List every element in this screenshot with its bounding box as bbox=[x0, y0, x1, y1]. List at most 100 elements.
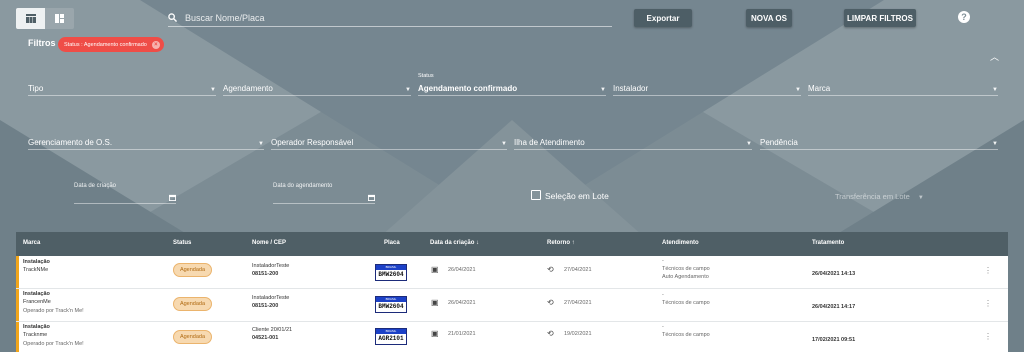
card-view-button[interactable] bbox=[45, 8, 74, 29]
row-retorno: 27/04/2021 bbox=[564, 300, 592, 306]
row-tratamento: 26/04/2021 14:17 bbox=[812, 304, 856, 310]
date-schedule-field[interactable] bbox=[273, 192, 375, 204]
search-input[interactable]: Buscar Nome/Placa bbox=[185, 13, 265, 23]
history-icon: ⟲ bbox=[547, 329, 554, 338]
chevron-down-icon: ▼ bbox=[210, 87, 216, 93]
row-atendimento-dash: - bbox=[662, 258, 664, 264]
arrow-up-icon: ↑ bbox=[571, 240, 575, 246]
table-row[interactable]: Instalação TrackNMe Agendada InstaladorT… bbox=[16, 256, 1008, 289]
col-data-criacao[interactable]: Data da criação ↓ bbox=[430, 240, 479, 246]
row-marca: TrackNMe bbox=[23, 267, 49, 273]
clear-filters-button[interactable]: LIMPAR FILTROS bbox=[844, 9, 916, 27]
chevron-down-icon: ▼ bbox=[917, 195, 924, 201]
grid-view-icon bbox=[25, 14, 36, 23]
status-badge: Agendada bbox=[173, 297, 212, 311]
row-cep: 04521-001 bbox=[252, 335, 279, 341]
calendar-icon bbox=[169, 194, 176, 201]
filter-pendencia[interactable]: Pendência ▼ bbox=[760, 134, 998, 150]
chevron-up-icon[interactable]: ︿ bbox=[990, 50, 999, 63]
filter-agendamento[interactable]: Agendamento ▼ bbox=[223, 80, 411, 96]
filter-operador-label: Operador Responsável bbox=[271, 138, 354, 147]
filter-ilha[interactable]: Ilha de Atendimento ▼ bbox=[514, 134, 752, 150]
plate-number: BMW2604 bbox=[378, 271, 404, 278]
more-vertical-icon[interactable]: ⋮ bbox=[984, 332, 992, 341]
status-badge: Agendada bbox=[173, 263, 212, 277]
row-tratamento: 17/02/2021 09:51 bbox=[812, 337, 856, 343]
col-placa[interactable]: Placa bbox=[384, 240, 400, 246]
row-data-criacao: 26/04/2021 bbox=[448, 300, 476, 306]
help-icon[interactable]: ? bbox=[958, 11, 970, 23]
filter-gerenciamento[interactable]: Gerenciamento de O.S. ▼ bbox=[28, 134, 264, 150]
chevron-down-icon: ▼ bbox=[992, 87, 998, 93]
status-badge: Agendada bbox=[173, 330, 212, 344]
row-atendimento-1: Técnicos de campo bbox=[662, 300, 710, 306]
row-data-criacao: 21/01/2021 bbox=[448, 331, 476, 337]
filter-instalador[interactable]: Instalador ▼ bbox=[613, 80, 801, 96]
grid-view-button[interactable] bbox=[16, 8, 45, 29]
col-atendimento[interactable]: Atendimento bbox=[662, 240, 699, 246]
filter-status[interactable]: Agendamento confirmado ▼ bbox=[418, 80, 606, 96]
filter-marca[interactable]: Marca ▼ bbox=[808, 80, 998, 96]
table-row[interactable]: Instalação Tracknme Operado por Track'n … bbox=[16, 322, 1008, 352]
plate-number: AGR2101 bbox=[378, 335, 404, 342]
row-atendimento-dash: - bbox=[662, 292, 664, 298]
more-vertical-icon[interactable]: ⋮ bbox=[984, 266, 992, 275]
license-plate: BRASIL BMW2604 bbox=[375, 264, 407, 281]
date-created-field[interactable] bbox=[74, 192, 176, 204]
batch-transfer-label: Transferência em Lote bbox=[835, 192, 910, 201]
calendar-icon: ▣ bbox=[431, 265, 439, 274]
filter-operador[interactable]: Operador Responsável ▼ bbox=[271, 134, 507, 150]
row-tratamento: 26/04/2021 14:13 bbox=[812, 271, 856, 277]
chevron-down-icon: ▼ bbox=[746, 141, 752, 147]
row-accent bbox=[16, 256, 19, 288]
batch-transfer-select[interactable]: Transferência em Lote ▼ bbox=[835, 192, 924, 201]
calendar-icon bbox=[368, 194, 375, 201]
export-button[interactable]: Exportar bbox=[634, 9, 692, 27]
col-status[interactable]: Status bbox=[173, 240, 191, 246]
table-row[interactable]: Instalação FrancenMe Operado por Track'n… bbox=[16, 289, 1008, 322]
more-vertical-icon[interactable]: ⋮ bbox=[984, 299, 992, 308]
col-retorno-label: Retorno bbox=[547, 240, 570, 246]
card-view-icon bbox=[55, 14, 64, 23]
date-schedule-label: Data do agendamento bbox=[273, 183, 333, 189]
active-filter-chip[interactable]: Status : Agendamento confirmado × bbox=[58, 37, 164, 52]
filter-tipo-label: Tipo bbox=[28, 84, 44, 93]
orders-table: Marca Status Nome / CEP Placa Data da cr… bbox=[16, 232, 1008, 352]
calendar-icon: ▣ bbox=[431, 329, 439, 338]
filter-agendamento-label: Agendamento bbox=[223, 84, 273, 93]
row-nome: Cliente 20/01/21 bbox=[252, 327, 293, 333]
close-icon[interactable]: × bbox=[151, 40, 160, 49]
chevron-down-icon: ▼ bbox=[795, 87, 801, 93]
row-cep: 08151-200 bbox=[252, 303, 279, 309]
row-cep: 08151-200 bbox=[252, 271, 279, 277]
new-os-button[interactable]: NOVA OS bbox=[746, 9, 792, 27]
chevron-down-icon: ▼ bbox=[992, 141, 998, 147]
chevron-down-icon: ▼ bbox=[501, 141, 507, 147]
batch-select-checkbox[interactable] bbox=[531, 190, 541, 200]
col-tratamento[interactable]: Tratamento bbox=[812, 240, 844, 246]
chevron-down-icon: ▼ bbox=[600, 87, 606, 93]
filter-tipo[interactable]: Tipo ▼ bbox=[28, 80, 216, 96]
col-data-criacao-label: Data da criação bbox=[430, 240, 475, 246]
filter-ilha-label: Ilha de Atendimento bbox=[514, 138, 585, 147]
filter-status-value: Agendamento confirmado bbox=[418, 84, 518, 93]
license-plate: BRASIL AGR2101 bbox=[375, 328, 407, 345]
search-bar[interactable]: Buscar Nome/Placa bbox=[168, 9, 612, 27]
arrow-down-icon: ↓ bbox=[476, 240, 480, 246]
col-nome-cep[interactable]: Nome / CEP bbox=[252, 240, 286, 246]
row-data-criacao: 26/04/2021 bbox=[448, 267, 476, 273]
row-atendimento-dash: - bbox=[662, 324, 664, 330]
row-atendimento-1: Técnicos de campo bbox=[662, 332, 710, 338]
row-tipo: Instalação bbox=[23, 259, 50, 265]
row-retorno: 19/02/2021 bbox=[564, 331, 592, 337]
chevron-down-icon: ▼ bbox=[405, 87, 411, 93]
history-icon: ⟲ bbox=[547, 265, 554, 274]
row-atendimento-1: Técnicos de campo bbox=[662, 266, 710, 272]
license-plate: BRASIL BMW2604 bbox=[375, 296, 407, 313]
col-retorno[interactable]: Retorno ↑ bbox=[547, 240, 575, 246]
filter-marca-label: Marca bbox=[808, 84, 831, 93]
row-nome: InstaladorTeste bbox=[252, 263, 290, 269]
col-marca[interactable]: Marca bbox=[23, 240, 40, 246]
filter-status-label: Status bbox=[418, 73, 434, 79]
row-marca: Tracknme bbox=[23, 332, 48, 338]
